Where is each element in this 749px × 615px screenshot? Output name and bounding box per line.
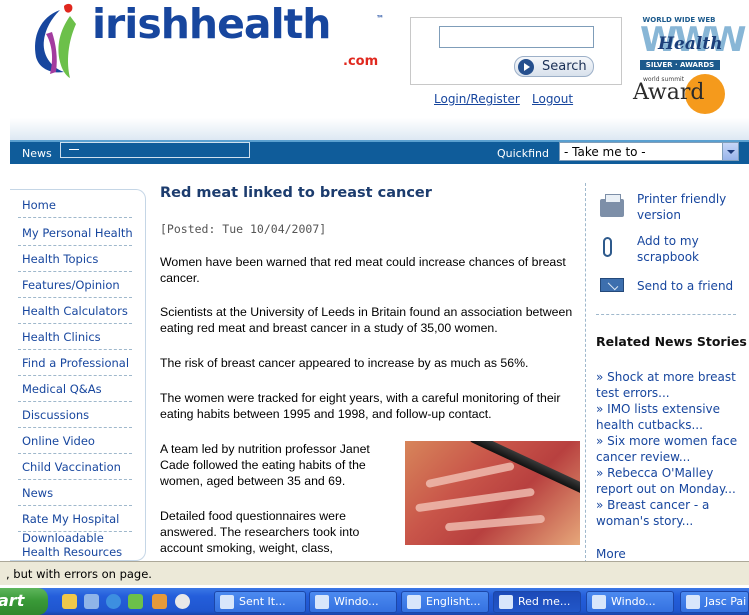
sidebar-item-rate-my-hospital[interactable]: Rate My Hospital <box>18 506 132 532</box>
related-more-link[interactable]: More <box>596 547 626 561</box>
window-icon <box>592 595 606 609</box>
article-title: Red meat linked to breast cancer <box>160 185 432 201</box>
search-button[interactable]: Search <box>514 56 594 77</box>
login-register-link[interactable]: Login/Register <box>434 92 520 106</box>
sidebar-item-discussions[interactable]: Discussions <box>18 402 132 428</box>
related-divider <box>596 314 736 315</box>
add-to-scrapbook-label: Add to my scrapbook <box>637 234 700 264</box>
sidebar: Home My Personal Health Health Topics Fe… <box>10 189 146 561</box>
mail-icon[interactable] <box>84 594 99 609</box>
article-paragraph: Scientists at the University of Leeds in… <box>160 305 573 335</box>
taskbar-button-label: Windo... <box>611 595 656 608</box>
article-paragraph: Women have been warned that red meat cou… <box>160 255 566 285</box>
sidebar-item-my-personal-health[interactable]: My Personal Health <box>18 220 133 246</box>
article-paragraph: Detailed food questionnaires were answer… <box>160 509 360 555</box>
related-news-link[interactable]: » Six more women face cancer review... <box>596 433 741 465</box>
news-label: News <box>22 147 52 160</box>
quickfind-label: Quickfind <box>497 147 549 160</box>
taskbar-button[interactable]: Windo... <box>309 591 397 613</box>
chevron-down-icon[interactable] <box>722 143 738 160</box>
search-button-label: Search <box>542 59 587 74</box>
browser-page: irishhealth ™ .com Search Login/Register… <box>0 0 749 615</box>
search-panel: Search <box>410 17 622 85</box>
sidebar-item-medical-qas[interactable]: Medical Q&As <box>18 376 132 402</box>
nav-bar: News Quickfind - Take me to - <box>10 140 749 164</box>
nav-top-strip <box>10 118 749 140</box>
related-news-link[interactable]: » Shock at more breast test errors... <box>596 369 741 401</box>
related-news-link[interactable]: » IMO lists extensive health cutbacks... <box>596 401 741 433</box>
window-icon <box>686 595 700 609</box>
printer-friendly-label: Printer friendly version <box>637 192 727 222</box>
www-health-award-badge[interactable]: WORLD WIDE WEB WWW Health SILVER · AWARD… <box>636 16 747 76</box>
taskbar-button-label: Englisht... <box>426 595 481 608</box>
start-button[interactable]: art <box>0 588 48 615</box>
play-arrow-icon <box>518 59 534 75</box>
window-icon <box>315 595 329 609</box>
window-icon <box>499 595 513 609</box>
right-column-divider <box>585 183 586 563</box>
send-to-friend-label: Send to a friend <box>637 279 734 293</box>
irishhealth-logo[interactable]: irishhealth ™ .com <box>30 2 395 82</box>
logo-figure-icon <box>35 3 76 78</box>
sidebar-item-features-opinion[interactable]: Features/Opinion <box>18 272 132 298</box>
news-ticker[interactable] <box>60 142 250 158</box>
sidebar-item-news[interactable]: News <box>18 480 132 506</box>
window-icon <box>407 595 421 609</box>
article-paragraph: The risk of breast cancer appeared to in… <box>160 356 529 370</box>
play-icon[interactable] <box>175 594 190 609</box>
www-award-bottom-text: SILVER · AWARDS <box>640 60 720 70</box>
logout-link[interactable]: Logout <box>532 92 573 106</box>
quickfind-selected-value: - Take me to - <box>564 145 646 159</box>
taskbar-button[interactable]: Windo... <box>586 591 674 613</box>
article-posted-date: [Posted: Tue 10/04/2007] <box>160 222 327 236</box>
taskbar-button-active[interactable]: Red me... <box>493 591 581 613</box>
printer-icon <box>600 194 624 217</box>
sidebar-item-child-vaccination[interactable]: Child Vaccination <box>18 454 132 480</box>
sidebar-item-downloadable-health-resources[interactable]: Downloadable Health Resources <box>18 530 132 560</box>
messenger-icon[interactable] <box>128 594 143 609</box>
search-input[interactable] <box>439 26 594 48</box>
taskbar-button[interactable]: Englisht... <box>401 591 489 613</box>
article-paragraph: A team led by nutrition professor Janet … <box>160 442 370 488</box>
media-icon[interactable] <box>152 594 167 609</box>
sidebar-item-health-clinics[interactable]: Health Clinics <box>18 324 132 350</box>
logo-trademark: ™ <box>376 14 384 23</box>
world-summit-award-badge[interactable]: world summit Award <box>631 74 731 114</box>
article-paragraph: The women were tracked for eight years, … <box>160 391 561 421</box>
window-icon <box>220 595 234 609</box>
status-text: , but with errors on page. <box>6 567 152 581</box>
logo-dotcom: .com <box>343 54 379 69</box>
sidebar-item-health-calculators[interactable]: Health Calculators <box>18 298 132 324</box>
taskbar-button-label: Windo... <box>334 595 379 608</box>
paperclip-icon <box>603 237 612 257</box>
red-meat-photo <box>405 441 580 545</box>
related-news-link[interactable]: » Rebecca O'Malley report out on Monday.… <box>596 465 741 497</box>
taskbar-button-label: Sent It... <box>239 595 286 608</box>
www-award-health-text: Health <box>658 34 723 54</box>
browser-status-bar: , but with errors on page. <box>0 561 749 585</box>
award-word: Award <box>633 80 705 105</box>
sidebar-item-find-a-professional[interactable]: Find a Professional <box>18 350 132 376</box>
quickfind-select[interactable]: - Take me to - <box>559 142 739 161</box>
related-news-heading: Related News Stories <box>596 334 747 349</box>
envelope-icon <box>600 278 624 292</box>
internet-explorer-icon[interactable] <box>106 594 121 609</box>
taskbar-button-label: Red me... <box>518 595 571 608</box>
taskbar-button[interactable]: Jasc Pai <box>680 591 749 613</box>
taskbar-button-label: Jasc Pai <box>705 595 747 608</box>
sidebar-item-online-video[interactable]: Online Video <box>18 428 132 454</box>
sidebar-item-health-topics[interactable]: Health Topics <box>18 246 132 272</box>
windows-taskbar: art Sent It... Windo... Englisht... Red … <box>0 588 749 615</box>
logo-wordmark: irishhealth <box>92 0 331 48</box>
folder-icon[interactable] <box>62 594 77 609</box>
related-news-link[interactable]: » Breast cancer - a woman's story... <box>596 497 741 529</box>
taskbar-button[interactable]: Sent It... <box>214 591 306 613</box>
sidebar-item-home[interactable]: Home <box>18 192 132 218</box>
